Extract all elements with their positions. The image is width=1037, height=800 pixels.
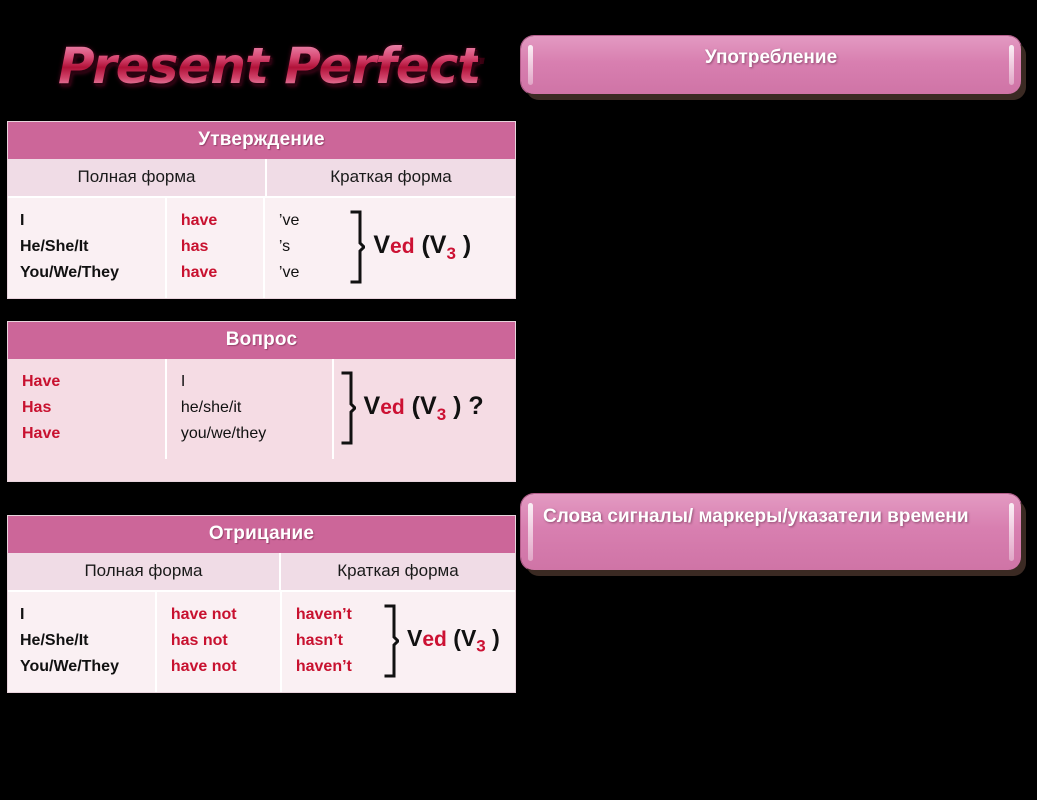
table-affirmative: Утверждение Полная форма Краткая форма I… <box>8 122 515 298</box>
formula-close: ) <box>455 230 472 259</box>
banner-usage-label: Употребление <box>704 47 838 68</box>
subheader-short-form: Краткая форма <box>330 167 452 186</box>
curly-brace-icon <box>341 371 356 445</box>
subheader-full-form: Полная форма <box>8 553 281 590</box>
curly-brace-icon <box>384 604 400 678</box>
column-auxiliaries: Have Has Have <box>8 359 167 459</box>
column-pronouns: I he/she/it you/we/they <box>167 359 334 459</box>
usage-line <box>548 271 1018 298</box>
formula-ed: ed <box>380 395 405 419</box>
short-form-cell: ’s <box>278 238 291 255</box>
column-full-forms: have has have <box>167 198 265 298</box>
formula-close: ) <box>485 625 500 652</box>
table-question-header: Вопрос <box>8 322 515 359</box>
banner-usage: Употребление <box>521 36 1021 94</box>
short-form-cell: hasn’t <box>295 632 343 649</box>
column-formula: Ved (V3 ) ? <box>334 359 515 459</box>
slide-title: Present Perfect Present Perfect <box>58 30 483 102</box>
table-negative-subheader-row: Полная форма Краткая форма <box>8 553 515 592</box>
usage-line <box>548 406 1018 433</box>
short-form-cell: haven’t <box>295 606 352 623</box>
table-affirmative-subheader-row: Полная форма Краткая форма <box>8 159 515 198</box>
pronoun-cell: I <box>20 212 25 229</box>
full-form-cell: has <box>180 238 209 255</box>
full-form-cell: have <box>180 212 218 229</box>
table-negative: Отрицание Полная форма Краткая форма I H… <box>8 516 515 692</box>
markers-line <box>548 590 1018 617</box>
banner-time-markers-label: Слова сигналы/ маркеры/указатели времени <box>543 506 969 527</box>
usage-line <box>548 379 1018 406</box>
pronoun-cell: You/We/They <box>20 658 119 675</box>
markers-line <box>548 617 1018 644</box>
column-pronouns: I He/She/It You/We/They <box>8 198 167 298</box>
auxiliary-cell: Have <box>22 425 61 442</box>
subheader-short-form: Краткая форма <box>337 561 459 580</box>
formula-sub: 3 <box>446 243 456 263</box>
pronoun-cell: he/she/it <box>180 399 242 416</box>
auxiliary-cell: Has <box>22 399 52 416</box>
slide-title-text: Present Perfect <box>58 30 481 102</box>
formula-sub: 3 <box>476 636 486 656</box>
formula-affirmative: Ved (V3 ) <box>365 231 471 264</box>
markers-line <box>548 644 1018 671</box>
pronoun-cell: I <box>20 606 25 623</box>
short-form-cell: ’ve <box>278 264 300 281</box>
usage-line <box>548 136 1018 163</box>
usage-body-text <box>548 136 1018 460</box>
pronoun-cell: He/She/It <box>20 238 89 255</box>
column-short-forms: ’ve ’s ’ve <box>265 198 343 298</box>
curly-brace-icon <box>350 210 366 284</box>
table-affirmative-body: I He/She/It You/We/They have has have ’v… <box>8 198 515 298</box>
subheader-full-form: Полная форма <box>8 159 267 196</box>
pronoun-cell: you/we/they <box>180 425 267 442</box>
auxiliary-cell: Have <box>22 373 61 390</box>
time-markers-body-text <box>548 590 1018 698</box>
table-affirmative-header: Утверждение <box>8 122 515 159</box>
formula-open: (V <box>404 391 437 420</box>
pronoun-cell: You/We/They <box>20 264 119 281</box>
formula-negative: Ved (V3 ) <box>399 625 500 657</box>
usage-line <box>548 163 1018 190</box>
pronoun-cell: I <box>180 373 186 390</box>
formula-question: Ved (V3 ) ? <box>356 392 484 425</box>
table-question: Вопрос Have Has Have I he/she/it you/we/… <box>8 322 515 481</box>
short-form-cell: ’ve <box>278 212 300 229</box>
full-form-cell: have <box>180 264 218 281</box>
formula-open: (V <box>446 625 477 652</box>
usage-line <box>548 325 1018 352</box>
usage-line <box>548 433 1018 460</box>
banner-time-markers: Слова сигналы/ маркеры/указатели времени <box>521 494 1021 570</box>
usage-line <box>548 244 1018 271</box>
column-pronouns: I He/She/It You/We/They <box>8 592 157 692</box>
formula-v: V <box>363 391 381 420</box>
usage-line <box>548 190 1018 217</box>
formula-ed: ed <box>422 628 447 652</box>
usage-line <box>548 352 1018 379</box>
column-full-forms: have not has not have not <box>157 592 282 692</box>
table-question-body: Have Has Have I he/she/it you/we/they Ve… <box>8 359 515 481</box>
usage-line <box>548 298 1018 325</box>
formula-sub: 3 <box>436 404 447 424</box>
formula-tail: ? <box>461 391 484 420</box>
formula-v: V <box>407 625 423 652</box>
short-form-cell: haven’t <box>295 658 352 675</box>
full-form-cell: have not <box>170 658 237 675</box>
pronoun-cell: He/She/It <box>20 632 89 649</box>
full-form-cell: have not <box>170 606 237 623</box>
column-short-forms: haven’t hasn’t haven’t <box>282 592 383 692</box>
slide-canvas: Present Perfect Present Perfect Утвержде… <box>0 0 1037 800</box>
usage-line <box>548 217 1018 244</box>
formula-open: (V <box>414 230 447 259</box>
column-formula: Ved (V3 ) <box>343 198 515 298</box>
table-negative-header: Отрицание <box>8 516 515 553</box>
table-negative-body: I He/She/It You/We/They have not has not… <box>8 592 515 692</box>
column-formula: Ved (V3 ) <box>383 592 515 692</box>
formula-close: ) <box>446 391 462 420</box>
full-form-cell: has not <box>170 632 228 649</box>
formula-ed: ed <box>390 234 415 258</box>
markers-line <box>548 671 1018 698</box>
formula-v: V <box>373 230 391 259</box>
